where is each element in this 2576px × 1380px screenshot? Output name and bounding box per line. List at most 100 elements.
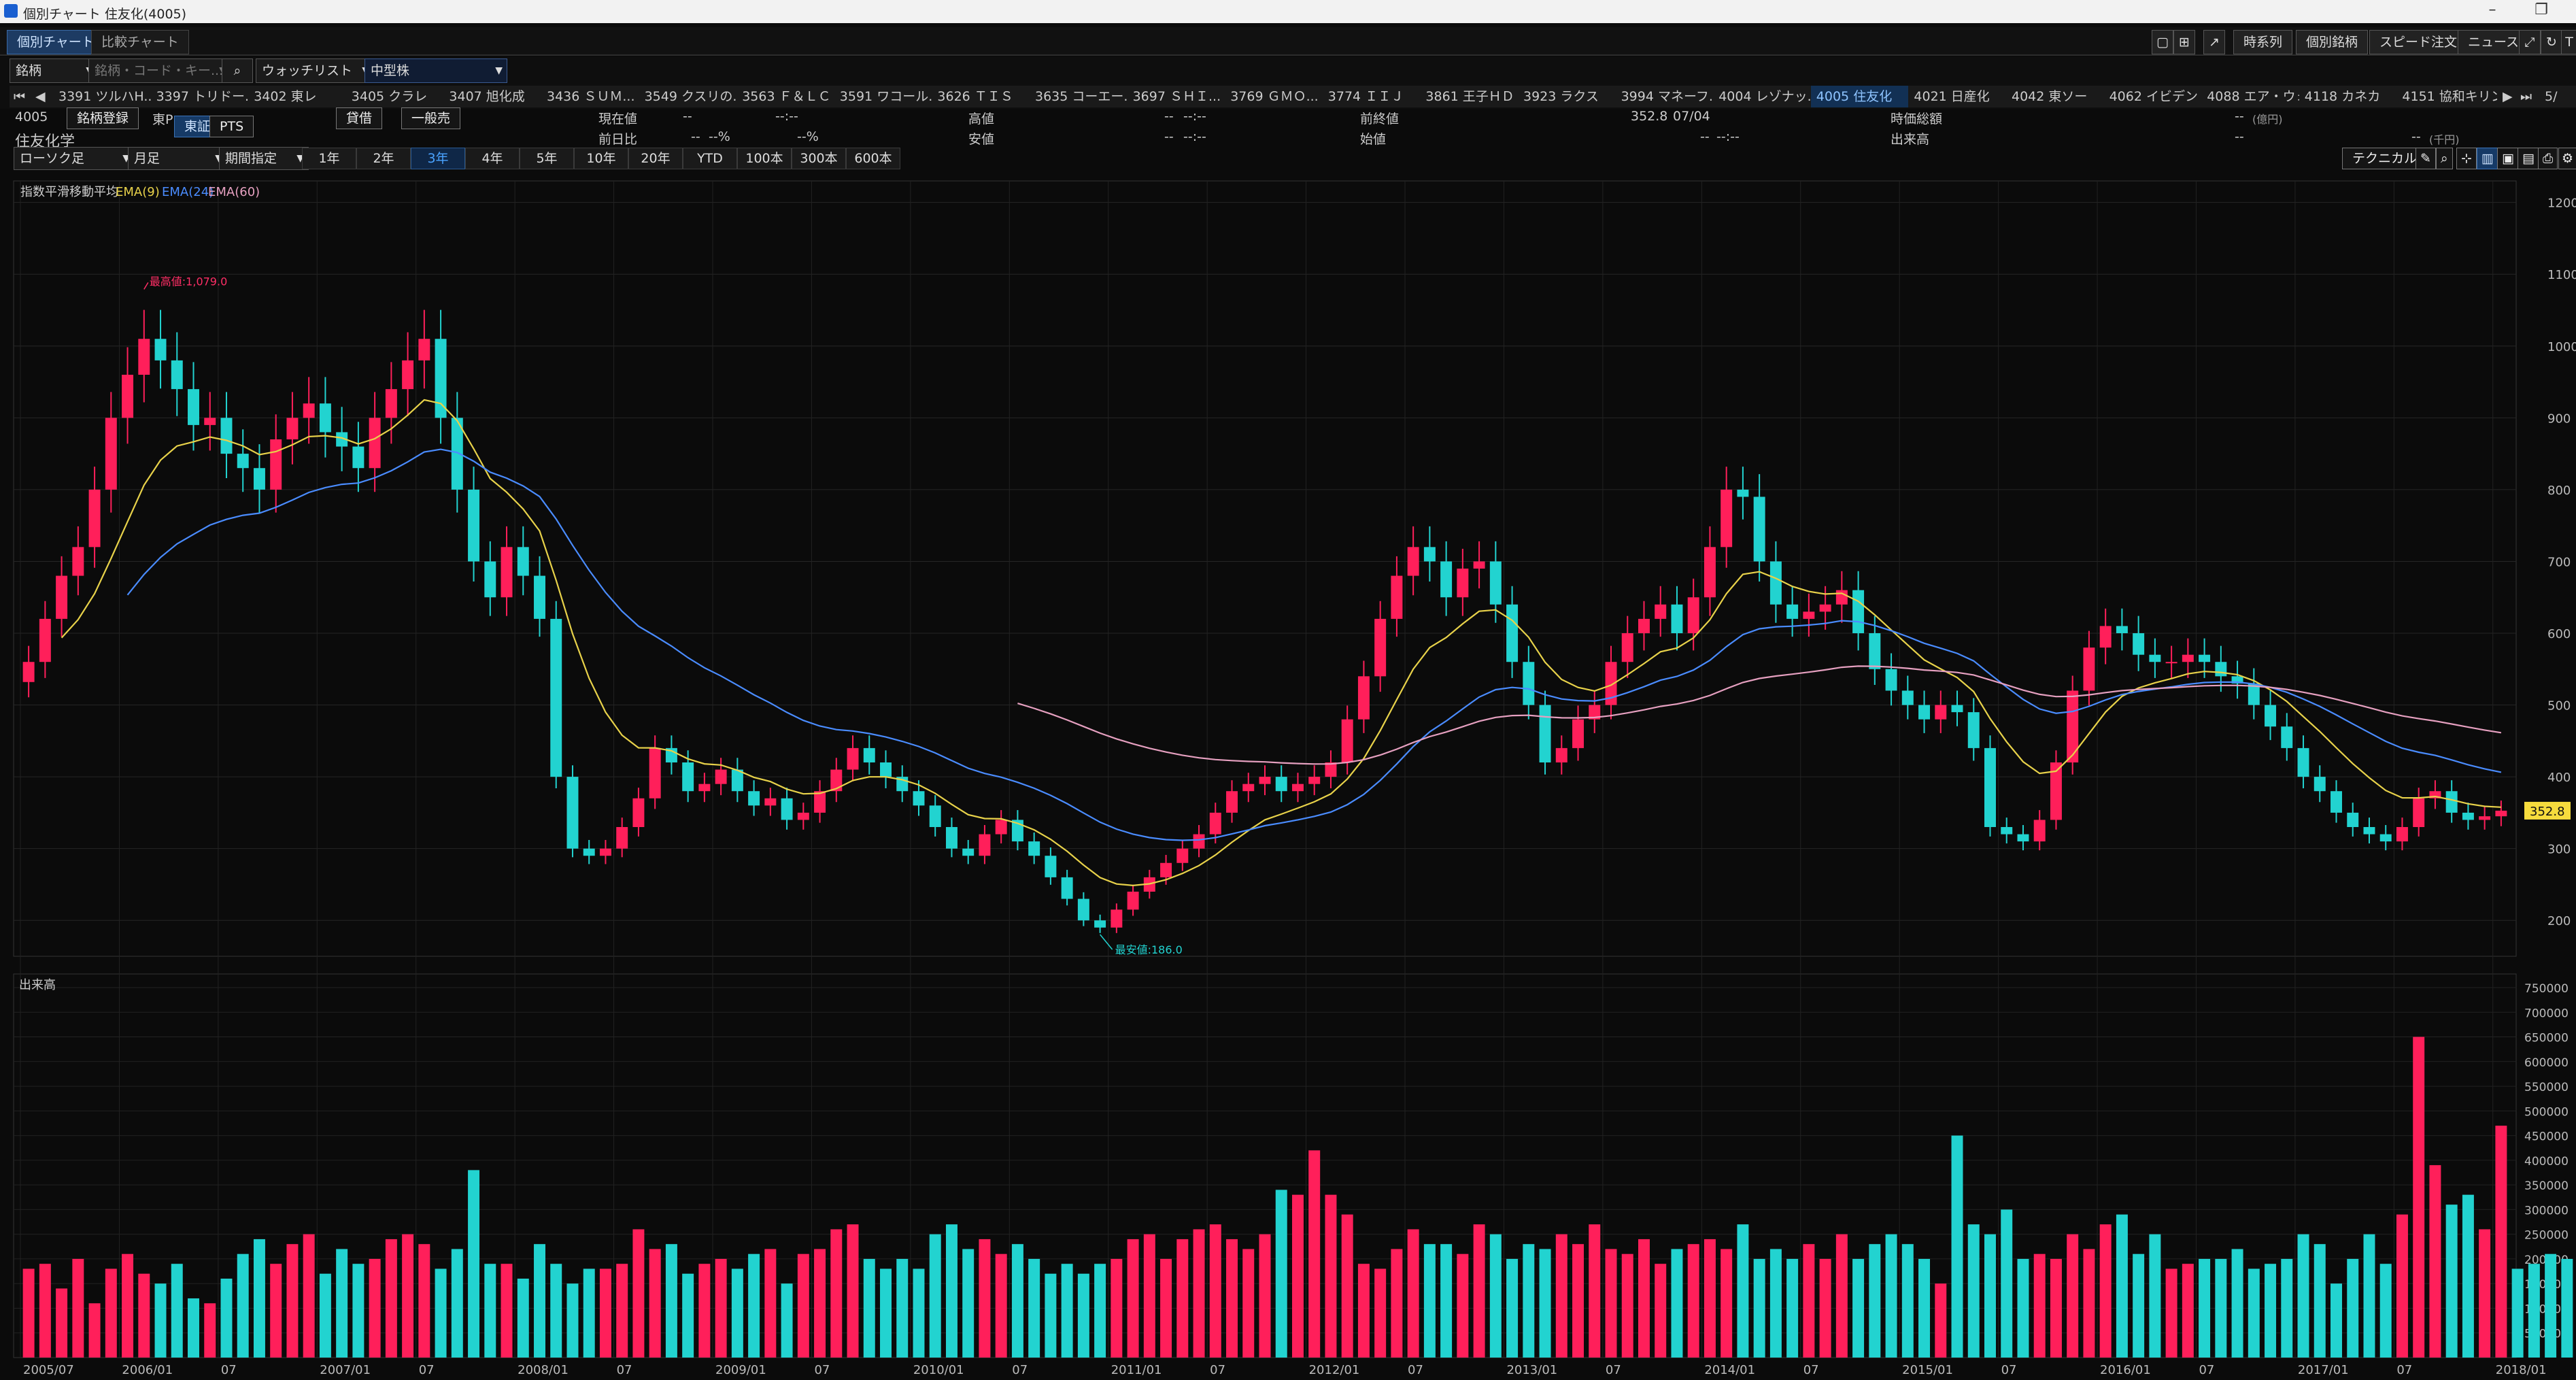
stock-tab[interactable]: 3626 ＴＩＳ xyxy=(932,86,1035,107)
zoom-icon[interactable]: ⌕ xyxy=(2436,148,2453,169)
stock-tab[interactable]: 3769 ＧＭＯ... xyxy=(1225,86,1328,107)
stock-tab[interactable]: 3697 ＳＨＩ... xyxy=(1127,86,1231,107)
stock-tab[interactable]: 3994 マネーフ... xyxy=(1615,86,1719,107)
candle-body xyxy=(1786,604,1799,619)
volume-bar xyxy=(2347,1258,2359,1358)
single-layout-icon[interactable]: ▢ xyxy=(2152,30,2173,54)
print-icon[interactable]: ⎙ xyxy=(2538,148,2558,169)
stock-tab[interactable]: 3591 ワコール... xyxy=(834,86,938,107)
margin-lending-button[interactable]: 貸借 xyxy=(336,107,383,129)
volume-bar xyxy=(418,1244,430,1358)
range-select[interactable]: 期間指定 ▼ xyxy=(219,147,309,170)
candle-body xyxy=(1721,489,1733,548)
volume-tick-label: 700000 xyxy=(2524,1007,2569,1020)
chart-style-icon[interactable]: ▥ xyxy=(2477,148,2498,169)
register-stock-button[interactable]: 銘柄登録 xyxy=(67,107,139,129)
speed-order-button[interactable]: スピード注文 xyxy=(2369,30,2468,54)
text-icon[interactable]: T xyxy=(2561,30,2576,54)
timeseries-button[interactable]: 時系列 xyxy=(2233,30,2293,54)
stock-tab[interactable]: 4118 カネカ xyxy=(2299,86,2403,107)
stock-tab[interactable]: 3436 ＳＵＭ... xyxy=(541,86,645,107)
search-icon[interactable]: ⌕ xyxy=(222,58,253,83)
watchlist-select[interactable]: ウォッチリスト▼ xyxy=(256,58,374,83)
range-button[interactable]: 5年 xyxy=(520,148,574,169)
individual-stock-button[interactable]: 個別銘柄 xyxy=(2296,30,2369,54)
time-tick-label: 07 xyxy=(419,1363,435,1377)
pts-button[interactable]: PTS xyxy=(209,116,254,137)
candle-body xyxy=(2149,654,2161,662)
volume-tick-label: 350000 xyxy=(2524,1179,2569,1193)
candle-body xyxy=(550,618,562,777)
stock-tab[interactable]: 4005 住友化 xyxy=(1810,86,1914,107)
volume-bar xyxy=(1803,1244,1815,1358)
candle-body xyxy=(2067,690,2079,762)
stock-tab[interactable]: 3391 ツルハH... xyxy=(53,86,156,107)
candle-body xyxy=(863,747,875,762)
range-button[interactable]: 10年 xyxy=(574,148,628,169)
search-input[interactable]: 銘柄・コード・キー...▼ xyxy=(88,58,231,83)
stock-tab[interactable]: 3923 ラクス xyxy=(1518,86,1621,107)
settings-icon[interactable]: ⚙ xyxy=(2558,148,2576,169)
range-button[interactable]: 20年 xyxy=(628,148,683,169)
time-tick-label: 07 xyxy=(1012,1363,1028,1377)
volume-bar xyxy=(105,1268,117,1358)
range-button[interactable]: YTD xyxy=(683,148,737,169)
candle-body xyxy=(1259,777,1271,784)
range-button[interactable]: 300本 xyxy=(792,148,846,169)
stock-tab[interactable]: 4151 協和キリン xyxy=(2396,86,2500,107)
range-button[interactable]: 3年 xyxy=(411,148,465,169)
period-select[interactable]: 月足▼ xyxy=(128,147,227,170)
tab-individual-chart[interactable]: 個別チャート xyxy=(7,30,105,54)
last-page-icon[interactable]: ⏭ xyxy=(2518,86,2541,107)
candle-body xyxy=(1160,862,1172,877)
stock-tab[interactable]: 3861 王子ＨＤ xyxy=(1420,86,1523,107)
range-button[interactable]: 4年 xyxy=(465,148,520,169)
stock-tab[interactable]: 3563 Ｆ＆ＬＣ xyxy=(736,86,840,107)
stock-tab[interactable]: 3402 東レ xyxy=(248,86,352,107)
candle-body xyxy=(2182,654,2194,662)
restore-icon[interactable]: ❐ xyxy=(2524,1,2558,20)
pen-icon[interactable]: ✎ xyxy=(2416,148,2436,169)
refresh-icon[interactable]: ↻ xyxy=(2541,30,2562,54)
volume-bar xyxy=(1308,1150,1321,1358)
volume-bar xyxy=(1935,1283,1947,1358)
stock-tab[interactable]: 4004 レゾナッ... xyxy=(1713,86,1816,107)
range-button[interactable]: 600本 xyxy=(846,148,900,169)
stock-tab[interactable]: 4042 東ソー xyxy=(2006,86,2109,107)
save-icon[interactable]: ▣ xyxy=(2497,148,2519,169)
stock-tab[interactable]: 3774 ＩＩＪ xyxy=(1322,86,1426,107)
range-button[interactable]: 2年 xyxy=(356,148,411,169)
candle-body xyxy=(418,339,430,360)
volume-bar xyxy=(1835,1234,1848,1358)
volume-bar xyxy=(715,1258,727,1358)
stock-tab[interactable]: 3635 コーエー... xyxy=(1030,86,1133,107)
draw-tool-icon[interactable]: ↗ xyxy=(2203,30,2225,54)
volume-bar xyxy=(1605,1249,1617,1358)
link-icon[interactable]: ⤢ xyxy=(2519,30,2541,54)
stock-tab[interactable]: 4021 日産化 xyxy=(1908,86,2012,107)
volume-bar xyxy=(682,1273,694,1358)
range-button[interactable]: 1年 xyxy=(302,148,356,169)
candle-body xyxy=(632,798,645,827)
technical-button[interactable]: テクニカル xyxy=(2342,148,2428,169)
chart-type-select[interactable]: ローソク足 ▼ xyxy=(14,147,135,170)
chart-area[interactable]: 200 300 400 500 600 700 800 900 1000 1100 1200 5000… xyxy=(0,174,2576,1377)
time-tick-label: 07 xyxy=(2001,1363,2017,1377)
stock-tab[interactable]: 3397 トリドー... xyxy=(150,86,254,107)
range-button[interactable]: 100本 xyxy=(737,148,792,169)
list-select[interactable]: 中型株 ▼ xyxy=(365,58,507,83)
stock-tab[interactable]: 3405 クラレ xyxy=(345,86,450,107)
crosshair-icon[interactable]: ⊹ xyxy=(2456,148,2477,169)
stock-tab[interactable]: 3549 クスリの... xyxy=(639,86,743,107)
category-select[interactable]: 銘柄▼ xyxy=(10,58,98,83)
minimize-icon[interactable]: – xyxy=(2475,1,2509,20)
grid-layout-icon[interactable]: ⊞ xyxy=(2173,30,2195,54)
candle-body xyxy=(1918,705,1931,720)
chart-canvas[interactable]: 200 300 400 500 600 700 800 900 1000 1100 1200 5000… xyxy=(0,174,2576,1377)
general-short-button[interactable]: 一般売 xyxy=(401,107,461,129)
tab-compare-chart[interactable]: 比較チャート xyxy=(91,30,189,54)
stock-tab[interactable]: 4088 エア・ウォ... xyxy=(2201,86,2305,107)
stock-tab[interactable]: 3407 旭化成 xyxy=(443,86,547,107)
folder-icon[interactable]: ▤ xyxy=(2518,148,2539,169)
stock-tab[interactable]: 4062 イビデン xyxy=(2103,86,2207,107)
